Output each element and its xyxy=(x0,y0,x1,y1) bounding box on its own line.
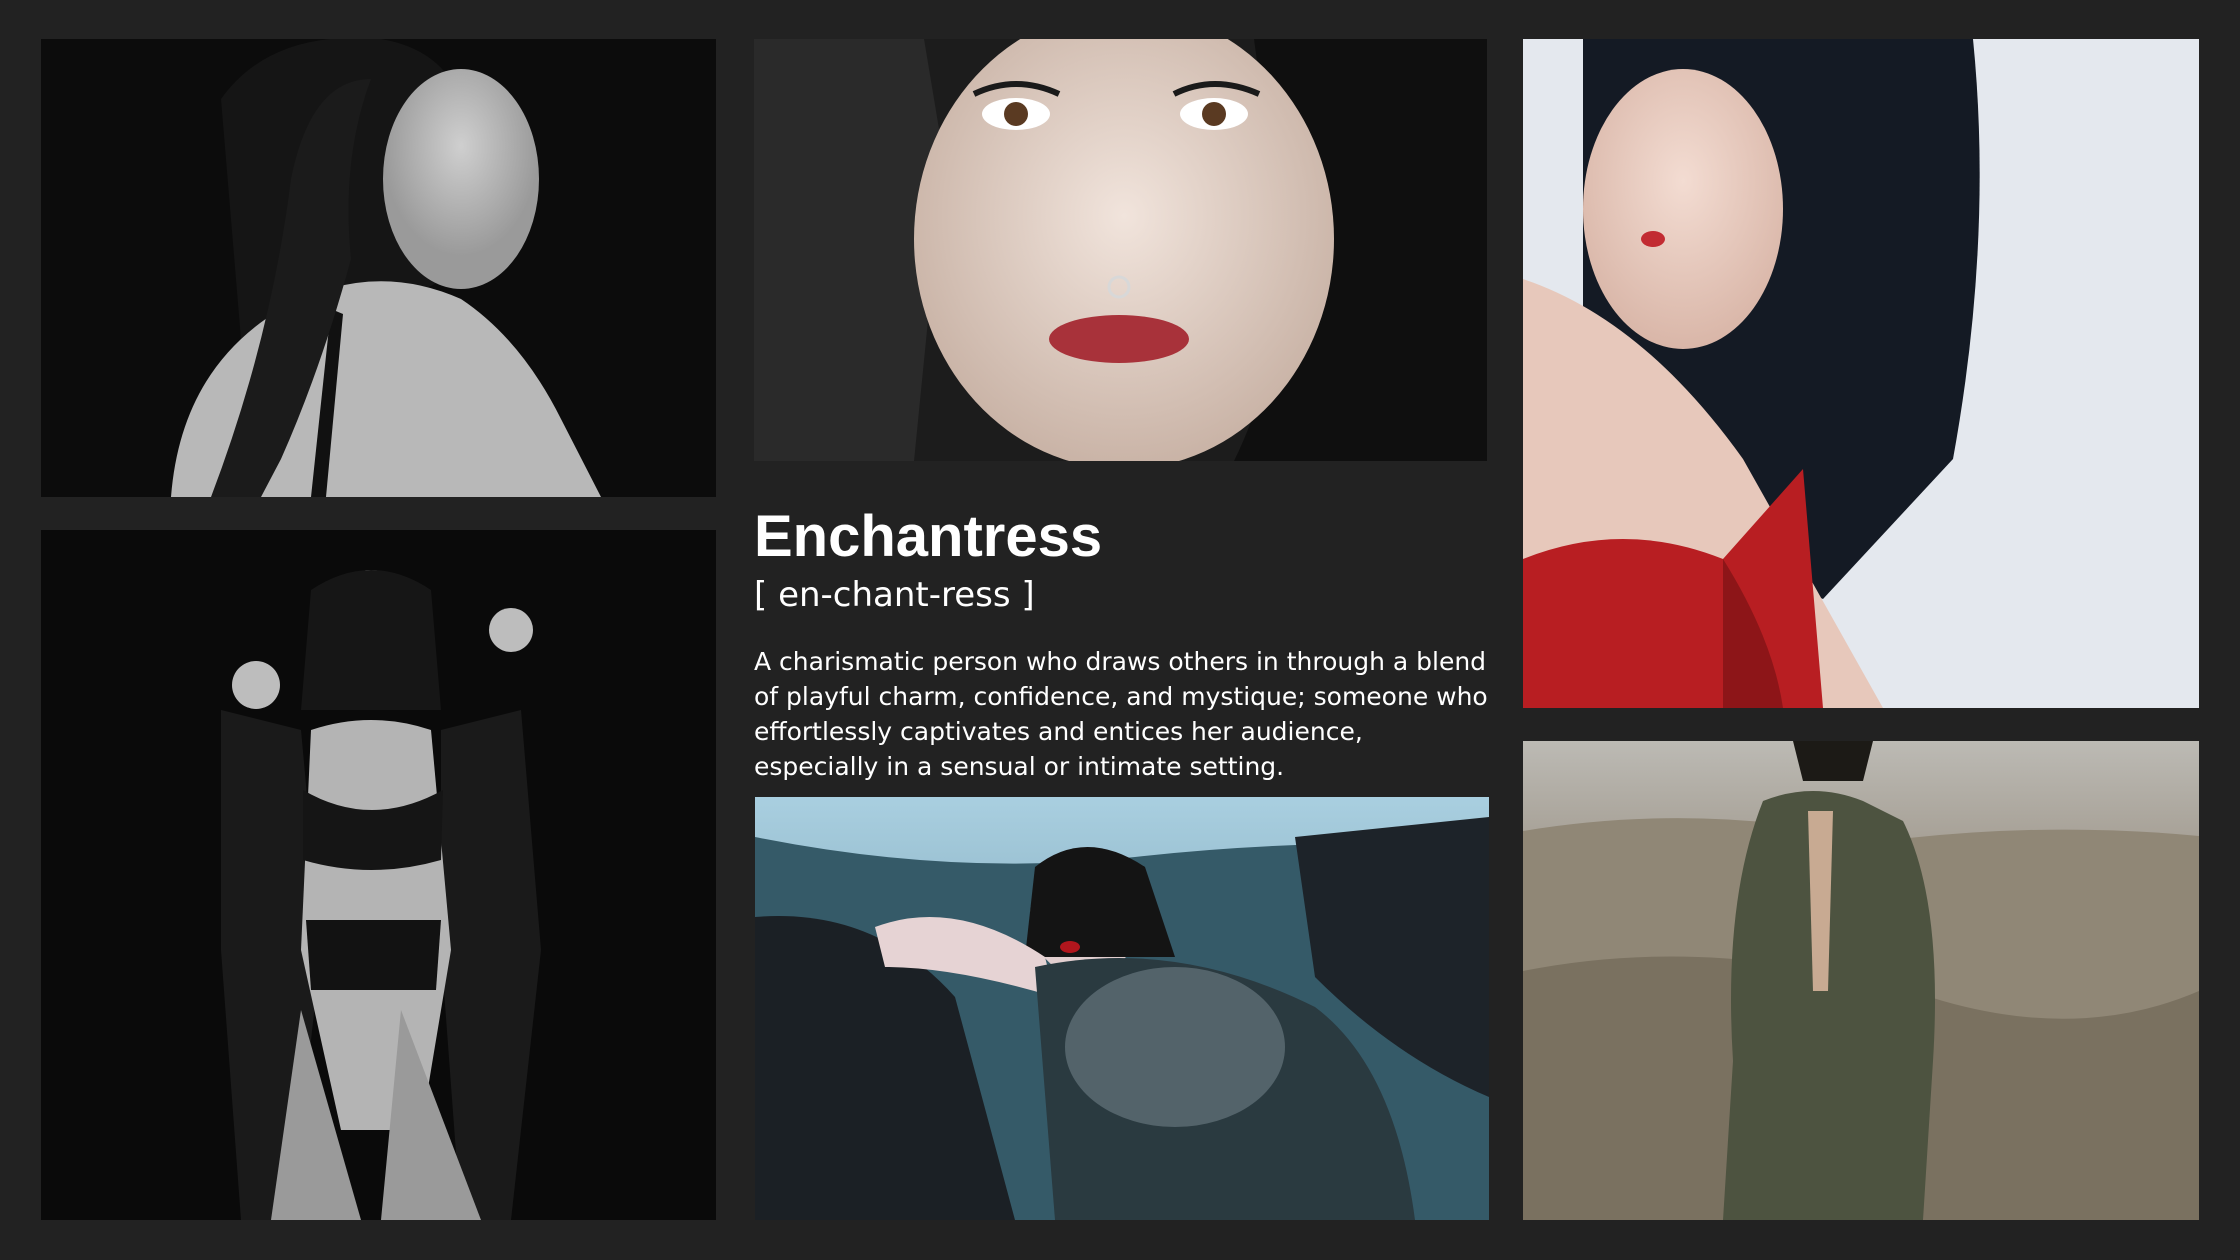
definition-meaning: A charismatic person who draws others in… xyxy=(754,647,1488,781)
definition-block: Enchantress [ en-chant-ress ] A charisma… xyxy=(754,508,1494,784)
photo-bottom-right xyxy=(1523,741,2199,1220)
photo-top-left xyxy=(41,39,716,497)
photo-top-center xyxy=(754,39,1487,461)
definition-word: Enchantress xyxy=(754,504,1103,569)
definition-pronunciation: [ en-chant-ress ] xyxy=(754,575,1035,615)
photo-bottom-left xyxy=(41,530,716,1220)
photo-bottom-center xyxy=(755,797,1489,1220)
photo-top-right xyxy=(1523,39,2199,708)
